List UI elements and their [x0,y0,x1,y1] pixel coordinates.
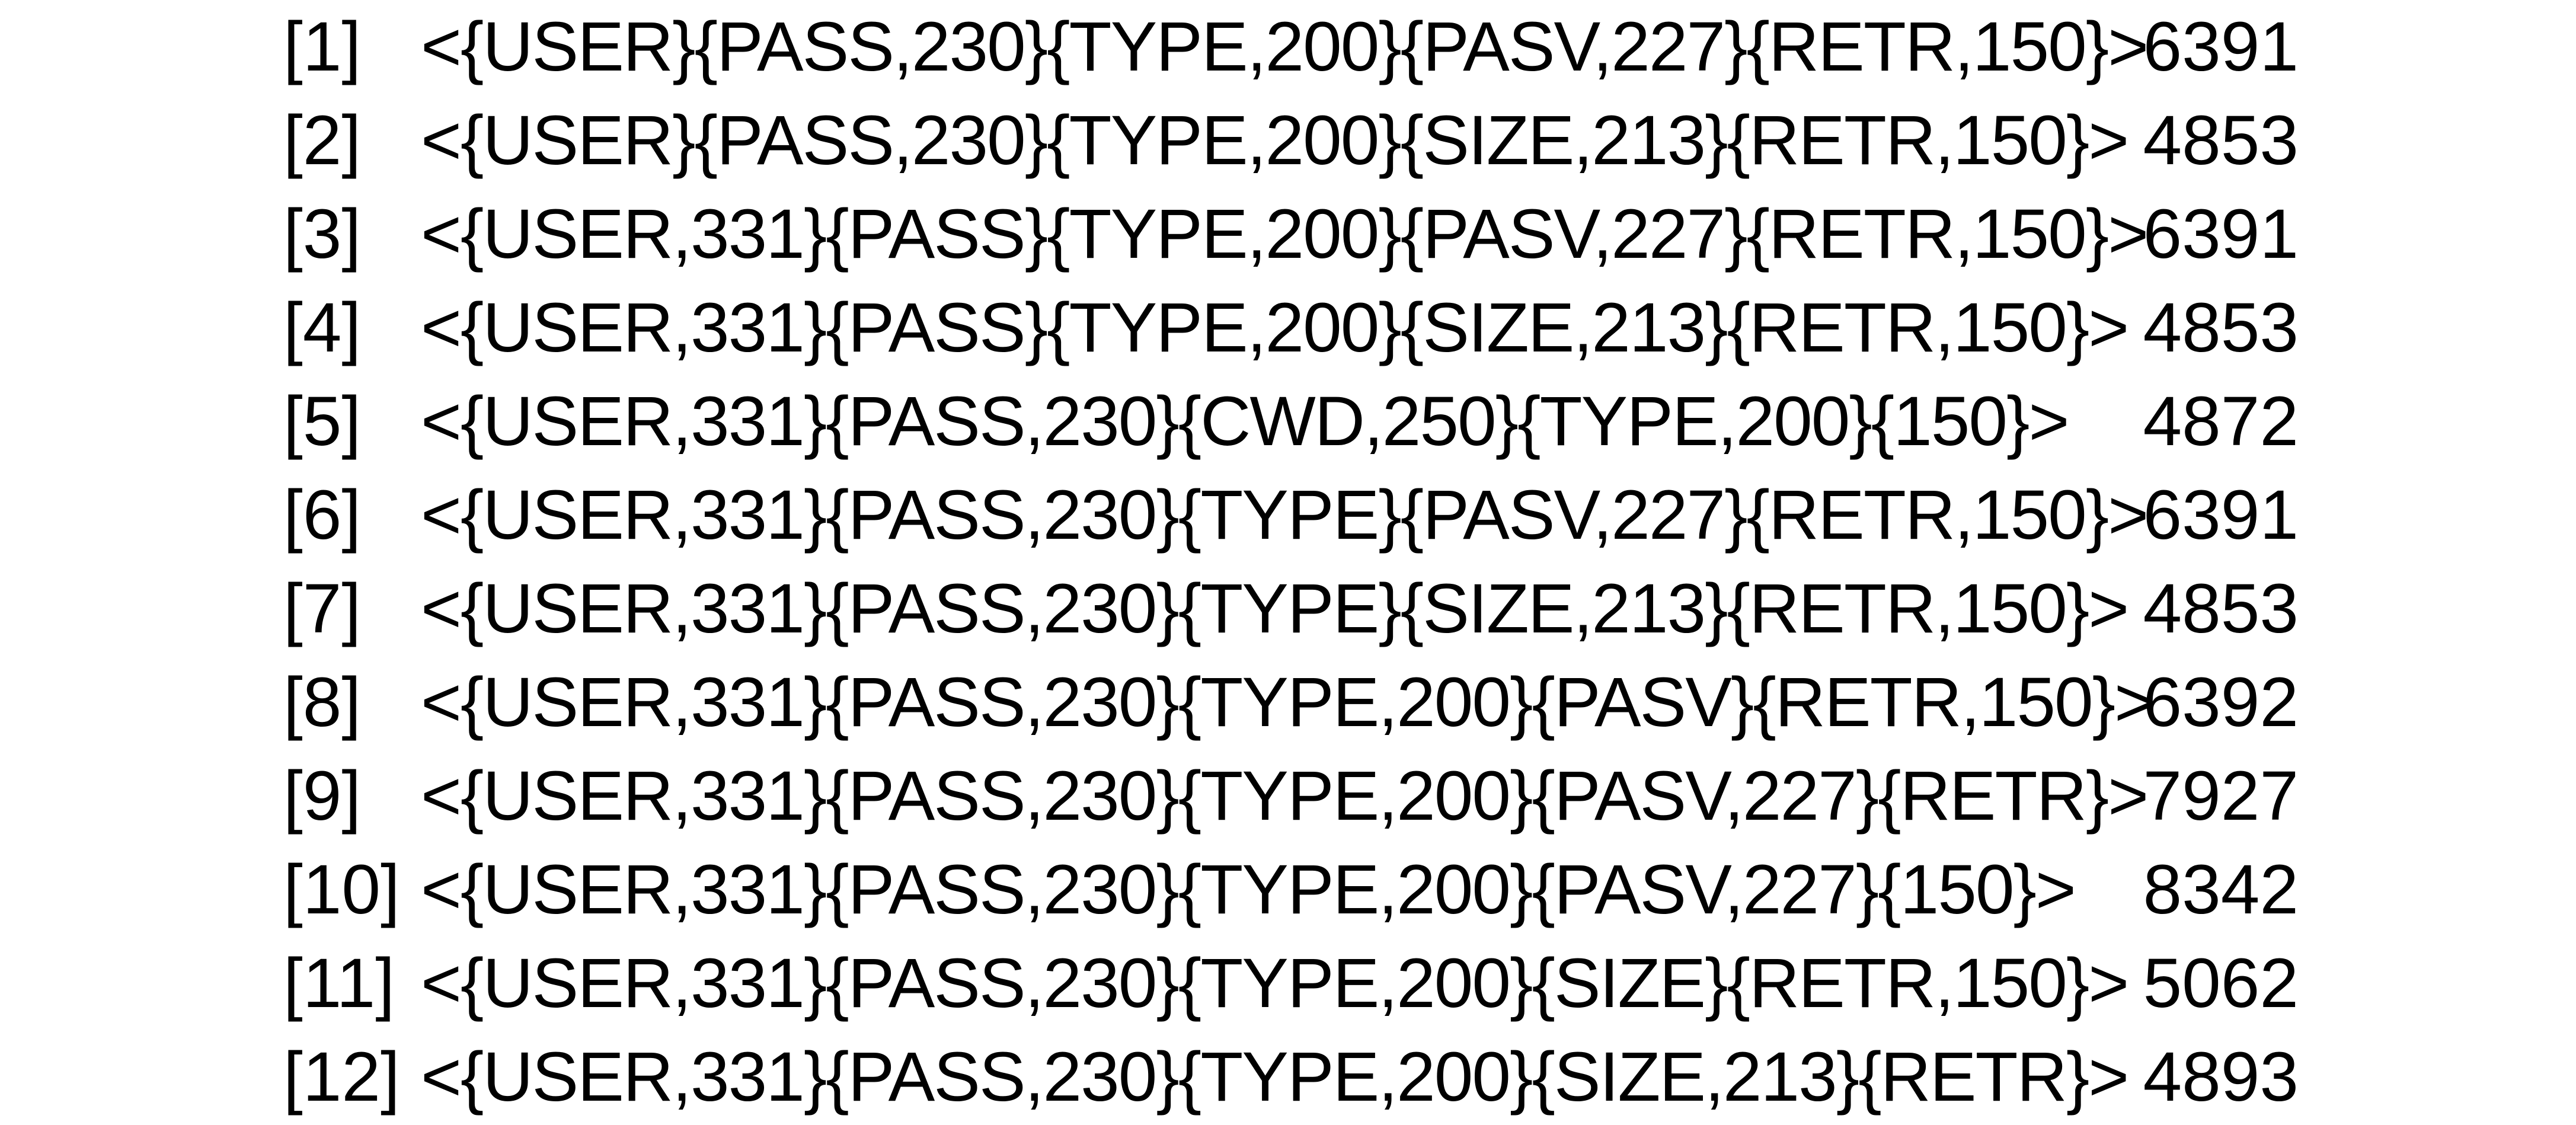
sequence-row: [8] <{USER,331}{PASS,230}{TYPE,200}{PASV… [283,656,2299,749]
row-count: 6391 [2143,8,2299,86]
row-count: 5062 [2143,944,2299,1022]
row-count: 4872 [2143,382,2299,461]
sequence-row: [9] <{USER,331}{PASS,230}{TYPE,200}{PASV… [283,749,2299,843]
row-index: [2] [283,101,362,180]
row-pattern: <{USER}{PASS,230}{TYPE,200}{SIZE,213}{RE… [421,101,2129,180]
row-index: [10] [283,851,400,929]
row-index: [4] [283,289,362,367]
row-pattern: <{USER,331}{PASS}{TYPE,200}{PASV,227}{RE… [421,195,2149,273]
row-pattern: <{USER,331}{PASS,230}{TYPE,200}{SIZE,213… [421,1038,2129,1116]
row-count: 8342 [2143,851,2299,929]
row-index: [3] [283,195,362,273]
row-pattern: <{USER,331}{PASS,230}{TYPE}{SIZE,213}{RE… [421,570,2129,648]
sequence-row: [11] <{USER,331}{PASS,230}{TYPE,200}{SIZ… [283,937,2299,1030]
row-pattern: <{USER,331}{PASS,230}{TYPE,200}{PASV,227… [421,851,2076,929]
row-pattern: <{USER,331}{PASS,230}{CWD,250}{TYPE,200}… [421,382,2069,461]
row-count: 6391 [2143,195,2299,273]
sequence-row: [2] <{USER}{PASS,230}{TYPE,200}{SIZE,213… [283,94,2299,187]
row-pattern: <{USER,331}{PASS}{TYPE,200}{SIZE,213}{RE… [421,289,2129,367]
row-index: [1] [283,8,362,86]
sequence-row: [6] <{USER,331}{PASS,230}{TYPE}{PASV,227… [283,468,2299,562]
row-pattern: <{USER,331}{PASS,230}{TYPE,200}{PASV,227… [421,757,2149,835]
row-index: [8] [283,663,362,742]
row-index: [11] [283,944,395,1022]
sequence-row: [12] <{USER,331}{PASS,230}{TYPE,200}{SIZ… [283,1030,2299,1124]
row-index: [9] [283,757,362,835]
row-count: 6392 [2143,663,2299,742]
row-count: 6391 [2143,476,2299,554]
sequence-row: [5] <{USER,331}{PASS,230}{CWD,250}{TYPE,… [283,375,2299,468]
sequence-row: [3] <{USER,331}{PASS}{TYPE,200}{PASV,227… [283,187,2299,281]
row-index: [6] [283,476,362,554]
row-index: [12] [283,1038,400,1116]
row-index: [5] [283,382,362,461]
row-count: 4853 [2143,101,2299,180]
sequence-row: [7] <{USER,331}{PASS,230}{TYPE}{SIZE,213… [283,562,2299,656]
sequence-list: [1] <{USER}{PASS,230}{TYPE,200}{PASV,227… [283,0,2299,1125]
row-pattern: <{USER,331}{PASS,230}{TYPE,200}{SIZE}{RE… [421,944,2129,1022]
row-count: 4853 [2143,570,2299,648]
row-pattern: <{USER,331}{PASS,230}{TYPE}{PASV,227}{RE… [421,476,2149,554]
row-pattern: <{USER}{PASS,230}{TYPE,200}{PASV,227}{RE… [421,8,2149,86]
row-count: 4853 [2143,289,2299,367]
row-count: 7927 [2143,757,2299,835]
row-index: [7] [283,570,362,648]
row-count: 4893 [2143,1038,2299,1116]
row-pattern: <{USER,331}{PASS,230}{TYPE,200}{PASV}{RE… [421,663,2155,742]
sequence-row: [4] <{USER,331}{PASS}{TYPE,200}{SIZE,213… [283,281,2299,375]
sequence-row: [10] <{USER,331}{PASS,230}{TYPE,200}{PAS… [283,843,2299,937]
sequence-row: [1] <{USER}{PASS,230}{TYPE,200}{PASV,227… [283,0,2299,94]
